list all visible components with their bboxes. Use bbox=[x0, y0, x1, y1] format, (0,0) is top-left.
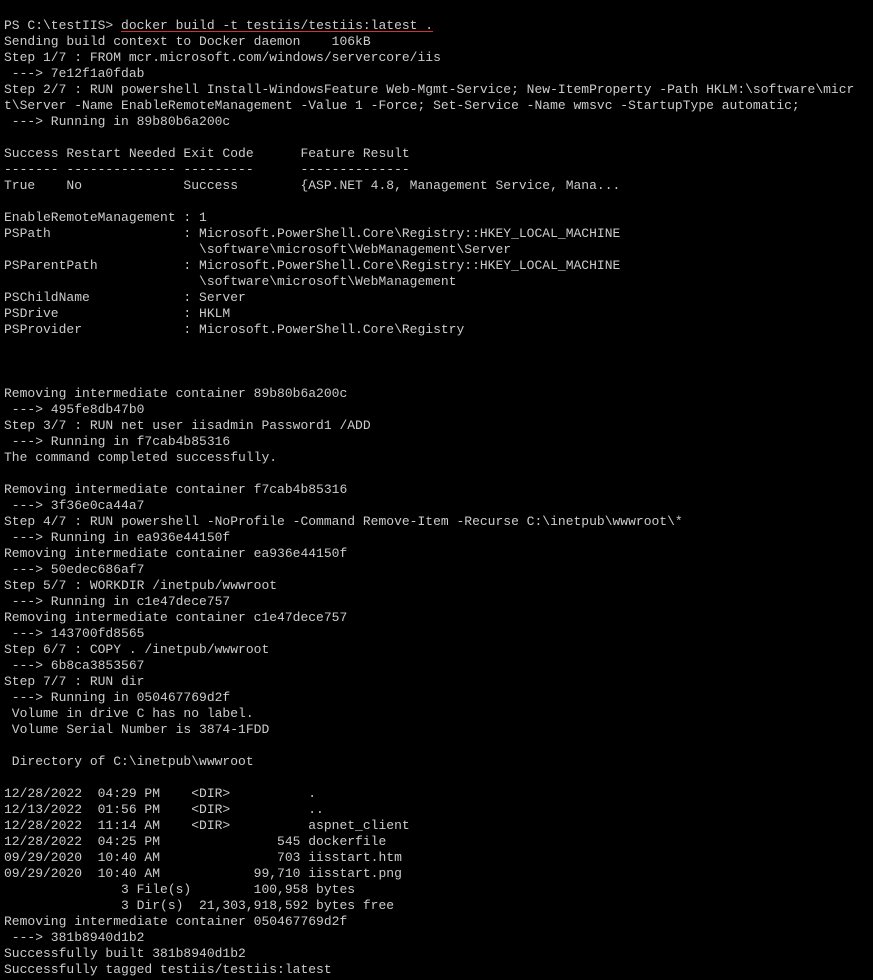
output-line: ---> Running in 89b80b6a200c bbox=[4, 114, 230, 129]
output-line: \software\microsoft\WebManagement bbox=[4, 274, 456, 289]
output-line: ---> 6b8ca3853567 bbox=[4, 658, 144, 673]
output-line: Removing intermediate container f7cab4b8… bbox=[4, 482, 347, 497]
output-line: ------- -------------- --------- -------… bbox=[4, 162, 410, 177]
output-line: EnableRemoteManagement : 1 bbox=[4, 210, 207, 225]
output-line: 12/28/2022 04:29 PM <DIR> . bbox=[4, 786, 316, 801]
output-line: ---> Running in 050467769d2f bbox=[4, 690, 230, 705]
output-line: Volume in drive C has no label. bbox=[4, 706, 254, 721]
prompt: PS C:\testIIS> bbox=[4, 18, 121, 33]
output-line: ---> 3f36e0ca44a7 bbox=[4, 498, 144, 513]
output-line: Step 6/7 : COPY . /inetpub/wwwroot bbox=[4, 642, 269, 657]
output-line: ---> Running in c1e47dece757 bbox=[4, 594, 230, 609]
output-line: Successfully built 381b8940d1b2 bbox=[4, 946, 246, 961]
output-line: The command completed successfully. bbox=[4, 450, 277, 465]
output-line: True No Success {ASP.NET 4.8, Management… bbox=[4, 178, 620, 193]
output-line: Step 1/7 : FROM mcr.microsoft.com/window… bbox=[4, 50, 441, 65]
output-line: Directory of C:\inetpub\wwwroot bbox=[4, 754, 254, 769]
output-line: ---> Running in f7cab4b85316 bbox=[4, 434, 230, 449]
output-line: PSDrive : HKLM bbox=[4, 306, 230, 321]
output-line: PSPath : Microsoft.PowerShell.Core\Regis… bbox=[4, 226, 620, 241]
output-line: 12/28/2022 04:25 PM 545 dockerfile bbox=[4, 834, 386, 849]
output-line: 3 Dir(s) 21,303,918,592 bytes free bbox=[4, 898, 394, 913]
output-line: ---> 143700fd8565 bbox=[4, 626, 144, 641]
output-line: ---> 7e12f1a0fdab bbox=[4, 66, 144, 81]
output-line: 12/28/2022 11:14 AM <DIR> aspnet_client bbox=[4, 818, 410, 833]
output-line: Removing intermediate container 89b80b6a… bbox=[4, 386, 347, 401]
output-line: Removing intermediate container c1e47dec… bbox=[4, 610, 347, 625]
output-line: 09/29/2020 10:40 AM 99,710 iisstart.png bbox=[4, 866, 402, 881]
output-line: Removing intermediate container ea936e44… bbox=[4, 546, 347, 561]
output-line: 3 File(s) 100,958 bytes bbox=[4, 882, 355, 897]
output-line: Successfully tagged testiis/testiis:late… bbox=[4, 962, 332, 977]
output-line: PSChildName : Server bbox=[4, 290, 246, 305]
output-line: Removing intermediate container 05046776… bbox=[4, 914, 347, 929]
output-line: Step 7/7 : RUN dir bbox=[4, 674, 144, 689]
output-line: t\Server -Name EnableRemoteManagement -V… bbox=[4, 98, 800, 113]
command: docker build -t testiis/testiis:latest . bbox=[121, 18, 433, 33]
prompt-line: PS C:\testIIS> docker build -t testiis/t… bbox=[4, 18, 433, 33]
output-line: Step 2/7 : RUN powershell Install-Window… bbox=[4, 82, 854, 97]
output-line: Sending build context to Docker daemon 1… bbox=[4, 34, 371, 49]
output-line: ---> Running in ea936e44150f bbox=[4, 530, 230, 545]
output-line: \software\microsoft\WebManagement\Server bbox=[4, 242, 511, 257]
output-line: Success Restart Needed Exit Code Feature… bbox=[4, 146, 410, 161]
output-line: Step 4/7 : RUN powershell -NoProfile -Co… bbox=[4, 514, 683, 529]
output-line: 09/29/2020 10:40 AM 703 iisstart.htm bbox=[4, 850, 402, 865]
output-line: Step 3/7 : RUN net user iisadmin Passwor… bbox=[4, 418, 371, 433]
output-line: 12/13/2022 01:56 PM <DIR> .. bbox=[4, 802, 324, 817]
terminal-output[interactable]: PS C:\testIIS> docker build -t testiis/t… bbox=[4, 2, 869, 978]
output-line: Volume Serial Number is 3874-1FDD bbox=[4, 722, 269, 737]
output-line: PSParentPath : Microsoft.PowerShell.Core… bbox=[4, 258, 620, 273]
output-line: Step 5/7 : WORKDIR /inetpub/wwwroot bbox=[4, 578, 277, 593]
output-line: ---> 495fe8db47b0 bbox=[4, 402, 144, 417]
output-line: ---> 381b8940d1b2 bbox=[4, 930, 144, 945]
output-line: ---> 50edec686af7 bbox=[4, 562, 144, 577]
output-line: PSProvider : Microsoft.PowerShell.Core\R… bbox=[4, 322, 464, 337]
